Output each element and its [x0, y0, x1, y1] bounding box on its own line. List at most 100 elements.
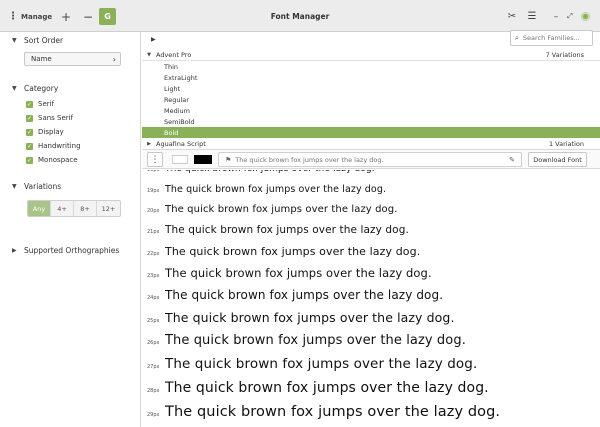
waterfall-size: 24px: [147, 295, 160, 301]
variation-count: 1 Variation: [548, 139, 584, 148]
flag-icon: ⚑: [225, 155, 232, 164]
waterfall-size: 23px: [147, 273, 160, 279]
search-input[interactable]: [522, 34, 589, 42]
waterfall-text: The quick brown fox jumps over the lazy …: [165, 404, 501, 420]
waterfall-size: 26px: [147, 340, 160, 346]
tools-icon[interactable]: ✂: [504, 8, 520, 25]
waterfall-size: 27px: [147, 364, 160, 370]
waterfall-line: 22px The quick brown fox jumps over the …: [147, 245, 420, 258]
variation-4-button[interactable]: 4+: [51, 201, 74, 216]
preview-text-field[interactable]: ⚑ ✎: [218, 152, 522, 167]
waterfall-size: 21px: [147, 229, 160, 235]
waterfall-text: The quick brown fox jumps over the lazy …: [165, 333, 466, 348]
waterfall-line: 20px The quick brown fox jumps over the …: [147, 204, 398, 215]
sidebar: ▼ Sort Order Name › ▼ Category ✓ Serif ✓…: [0, 32, 141, 427]
check-icon[interactable]: ✓: [26, 114, 33, 122]
waterfall-text: The quick brown fox jumps over the lazy …: [165, 245, 421, 258]
preview-controls: ⋮ ⚑ ✎ Download Font: [142, 149, 600, 169]
family-row-aguafina-script[interactable]: ▶ Aguafina Script 1 Variation: [142, 138, 600, 149]
variant-row-selected[interactable]: Bold: [142, 127, 600, 138]
category-sans-serif[interactable]: ✓ Sans Serif: [26, 114, 73, 122]
sort-order-select[interactable]: Name ›: [24, 52, 121, 66]
category-label: Category: [24, 84, 59, 93]
chevron-right-icon[interactable]: ▶: [142, 141, 156, 147]
title-bar: ⋮ Manage + − G Font Manager ✂ ☰ – ⤢: [0, 0, 600, 32]
variant-row[interactable]: SemiBold: [142, 116, 600, 127]
preview-menu-button[interactable]: ⋮: [147, 152, 163, 167]
waterfall-line: 29px The quick brown fox jumps over the …: [147, 404, 500, 420]
waterfall-size: 18px: [147, 170, 160, 173]
foreground-color-button[interactable]: [194, 155, 212, 164]
category-monospace[interactable]: ✓ Monospace: [26, 156, 78, 164]
close-icon[interactable]: [580, 8, 590, 25]
waterfall-text: The quick brown fox jumps over the lazy …: [165, 204, 398, 215]
pencil-icon[interactable]: ✎: [509, 156, 515, 164]
category-item-label: Display: [38, 128, 64, 136]
check-icon[interactable]: ✓: [26, 156, 33, 164]
waterfall-size: 19px: [147, 188, 160, 194]
variation-12-button[interactable]: 12+: [97, 201, 120, 216]
waterfall-line: 24px The quick brown fox jumps over the …: [147, 288, 443, 302]
family-list: ▼ Advent Pro 7 Variations Thin ExtraLigh…: [142, 49, 600, 149]
variations-header[interactable]: ▼ Variations: [12, 182, 61, 191]
waterfall-text: The quick brown fox jumps over the lazy …: [165, 288, 444, 302]
background-color-button[interactable]: [172, 155, 188, 164]
variant-row[interactable]: Thin: [142, 61, 600, 72]
category-item-label: Serif: [38, 100, 55, 108]
variant-row[interactable]: Regular: [142, 94, 600, 105]
variant-row[interactable]: Light: [142, 83, 600, 94]
variant-row[interactable]: Medium: [142, 105, 600, 116]
chevron-down-icon[interactable]: ▼: [142, 52, 156, 58]
waterfall-text: The quick brown fox jumps over the lazy …: [165, 224, 409, 236]
maximize-icon[interactable]: ⤢: [565, 8, 575, 25]
download-font-button[interactable]: Download Font: [528, 152, 587, 167]
waterfall-size: 25px: [147, 318, 160, 324]
chevron-right-icon: ›: [112, 54, 116, 64]
expand-all-icon[interactable]: ▶: [151, 36, 156, 43]
hamburger-menu-icon[interactable]: ☰: [524, 8, 540, 25]
category-item-label: Sans Serif: [38, 114, 74, 122]
family-row-advent-pro[interactable]: ▼ Advent Pro 7 Variations: [142, 49, 600, 60]
category-display[interactable]: ✓ Display: [26, 128, 64, 136]
variation-8-button[interactable]: 8+: [74, 201, 97, 216]
waterfall-line: 19px The quick brown fox jumps over the …: [147, 184, 386, 195]
minimize-icon[interactable]: –: [551, 8, 561, 25]
main-panel: ▶ ⌕ ▼ Advent Pro 7 Variations Thin Extra…: [142, 30, 600, 427]
family-list-header: ▶ ⌕: [142, 30, 600, 46]
waterfall-size: 20px: [147, 208, 160, 214]
waterfall-line: 26px The quick brown fox jumps over the …: [147, 333, 466, 348]
chevron-down-icon: ▼: [12, 85, 17, 92]
waterfall-line: 27px The quick brown fox jumps over the …: [147, 356, 477, 372]
check-icon[interactable]: ✓: [26, 100, 33, 108]
category-header[interactable]: ▼ Category: [12, 84, 58, 93]
waterfall-text: The quick brown fox jumps over the lazy …: [165, 266, 432, 280]
variation-any-button[interactable]: Any: [28, 201, 51, 216]
chevron-right-icon: ▶: [12, 247, 17, 254]
orthographies-label: Supported Orthographies: [24, 246, 120, 255]
waterfall-line: 23px The quick brown fox jumps over the …: [147, 266, 432, 280]
check-icon[interactable]: ✓: [26, 142, 33, 150]
sort-order-header[interactable]: ▼ Sort Order: [12, 36, 63, 45]
chevron-down-icon: ▼: [12, 183, 17, 190]
waterfall-preview: 18px The quick brown fox jumps over the …: [142, 170, 600, 427]
category-item-label: Monospace: [38, 156, 78, 164]
preview-text-input[interactable]: [235, 155, 506, 164]
waterfall-size: 29px: [147, 412, 160, 418]
waterfall-text: The quick brown fox jumps over the lazy …: [165, 170, 375, 174]
chevron-down-icon: ▼: [12, 37, 17, 44]
waterfall-size: 28px: [147, 388, 160, 394]
search-box[interactable]: ⌕: [510, 30, 593, 46]
variant-row[interactable]: ExtraLight: [142, 72, 600, 83]
waterfall-size: 22px: [147, 251, 160, 257]
search-icon: ⌕: [515, 33, 519, 42]
family-name: Advent Pro: [156, 50, 192, 59]
orthographies-header[interactable]: ▶ Supported Orthographies: [12, 246, 119, 255]
sort-order-value: Name: [31, 55, 52, 63]
category-handwriting[interactable]: ✓ Handwriting: [26, 142, 81, 150]
check-icon[interactable]: ✓: [26, 128, 33, 136]
waterfall-line: 18px The quick brown fox jumps over the …: [147, 170, 375, 174]
category-serif[interactable]: ✓ Serif: [26, 100, 54, 108]
family-name: Aguafina Script: [156, 139, 206, 148]
waterfall-text: The quick brown fox jumps over the lazy …: [165, 310, 455, 325]
variations-label: Variations: [24, 182, 62, 191]
